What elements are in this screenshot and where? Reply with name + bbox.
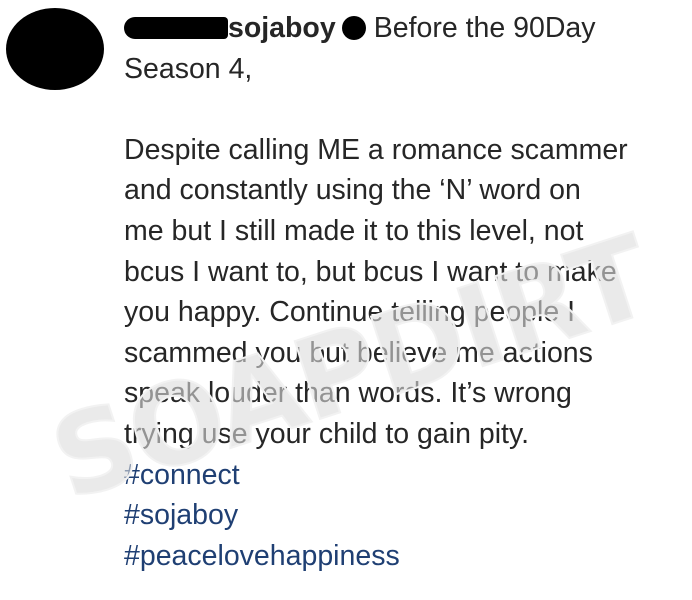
username-link[interactable]: sojaboy bbox=[228, 12, 336, 44]
caption-line: scammed you but believe me actions bbox=[124, 336, 593, 369]
hashtag-link[interactable]: #peacelovehappiness bbox=[124, 536, 692, 577]
caption-line: trying use your child to gain pity. bbox=[124, 417, 530, 450]
caption-line: Despite calling ME a romance scammer bbox=[124, 133, 628, 166]
caption-line: you happy. Continue telling people I bbox=[124, 296, 576, 329]
instagram-caption-post: sojaboy Before the 90Day Season 4, Despit… bbox=[0, 0, 692, 600]
verified-redaction bbox=[341, 16, 366, 40]
hashtag-link[interactable]: #connect bbox=[124, 455, 692, 496]
caption-text: sojaboy Before the 90Day Season 4, Despit… bbox=[124, 8, 692, 576]
caption-header-text: Before the 90Day bbox=[373, 12, 596, 44]
caption-line: speak louder than words. It’s wrong bbox=[124, 377, 572, 410]
caption-line: Season 4, bbox=[124, 52, 253, 85]
hashtag-link[interactable]: #sojaboy bbox=[124, 495, 692, 536]
caption-line: and constantly using the ‘N’ word on bbox=[124, 174, 581, 207]
avatar-redacted[interactable] bbox=[6, 8, 104, 90]
username-redaction bbox=[124, 17, 228, 39]
caption-header-line: sojaboy Before the 90Day bbox=[124, 8, 692, 49]
caption-line: bcus I want to, but bcus I want to make bbox=[124, 255, 617, 288]
caption-line: me but I still made it to this level, no… bbox=[124, 214, 584, 247]
